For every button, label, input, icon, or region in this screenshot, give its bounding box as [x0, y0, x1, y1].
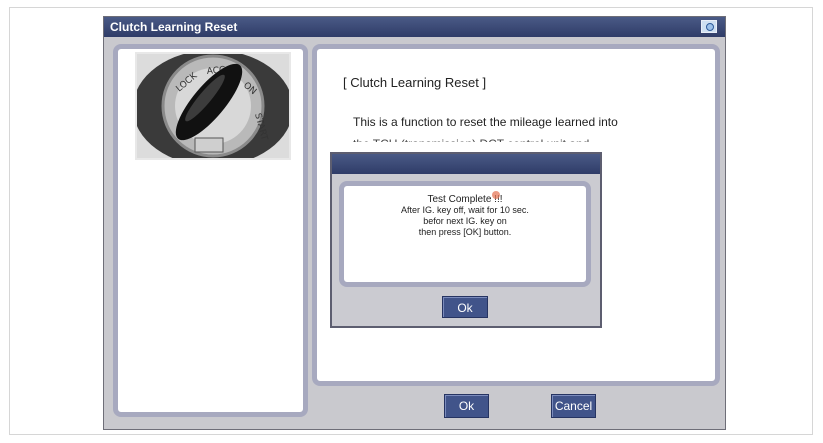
dialog-ok-button[interactable]: Ok: [442, 296, 488, 318]
dialog-line: befor next IG. key on: [423, 216, 507, 226]
dialog-line: then press [OK] button.: [418, 227, 512, 237]
dialog-message-panel: Test Complete !!! After IG. key off, wai…: [339, 181, 591, 287]
dialog-heading: Test Complete !!!: [427, 194, 503, 205]
window-title: Clutch Learning Reset: [110, 20, 238, 34]
ignition-switch-icon: LOCK ACC ON START: [135, 52, 291, 160]
clutch-learning-reset-window: Clutch Learning Reset LOCK ACC ON START: [103, 16, 726, 430]
dialog-message: Test Complete !!! After IG. key off, wai…: [344, 194, 586, 238]
description-text-obscured: the TCU (transmission) DCT control unit …: [353, 137, 603, 142]
dialog-titlebar: [332, 154, 600, 174]
description-text: This is a function to reset the mileage …: [353, 115, 618, 129]
window-titlebar: Clutch Learning Reset: [104, 17, 725, 37]
test-complete-dialog: Test Complete !!! After IG. key off, wai…: [330, 152, 602, 328]
image-panel: LOCK ACC ON START: [113, 44, 308, 417]
section-title: [ Clutch Learning Reset ]: [343, 75, 487, 90]
cursor-click-marker: [492, 191, 500, 199]
cancel-button[interactable]: Cancel: [551, 394, 596, 418]
ok-button[interactable]: Ok: [444, 394, 489, 418]
ignition-key-image: LOCK ACC ON START: [135, 52, 291, 160]
picture-icon[interactable]: [701, 20, 717, 33]
dialog-line: After IG. key off, wait for 10 sec.: [401, 205, 529, 215]
